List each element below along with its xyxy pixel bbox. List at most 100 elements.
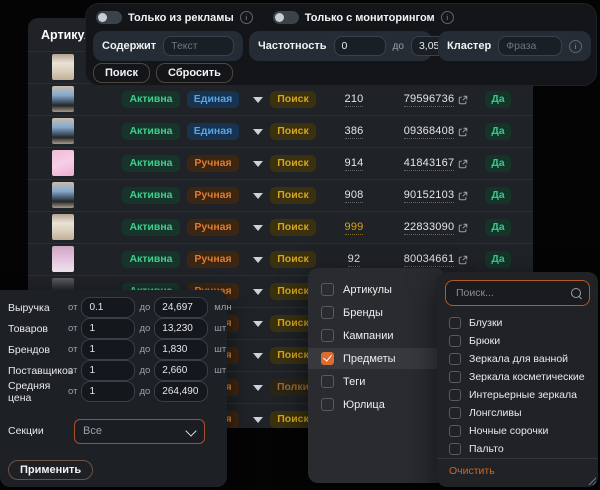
article-number-link[interactable]: 41843167 xyxy=(404,157,455,171)
product-photo[interactable] xyxy=(52,214,74,240)
external-link-icon[interactable] xyxy=(458,223,468,233)
article-number-link[interactable]: 90152103 xyxy=(404,189,455,203)
type-badge[interactable]: Ручная xyxy=(187,187,238,204)
chevron-down-icon[interactable] xyxy=(253,321,263,327)
checkbox[interactable] xyxy=(449,425,461,437)
category-item[interactable]: Бренды xyxy=(308,302,445,323)
search-action-badge[interactable]: Поиск xyxy=(270,123,316,140)
info-icon[interactable] xyxy=(569,40,582,53)
chevron-down-icon[interactable] xyxy=(253,417,263,423)
subject-item[interactable]: Пальто xyxy=(437,440,598,458)
status-badge[interactable]: Активна xyxy=(122,187,179,204)
category-item[interactable]: Теги xyxy=(308,371,445,392)
metric-from-input[interactable] xyxy=(81,297,135,318)
frequency-value[interactable]: 914 xyxy=(345,157,364,171)
type-badge[interactable]: Ручная xyxy=(187,155,238,172)
subject-item[interactable]: Блузки xyxy=(437,314,598,332)
checkbox[interactable] xyxy=(321,329,334,342)
info-icon[interactable] xyxy=(441,11,454,24)
metric-to-input[interactable] xyxy=(154,360,208,381)
external-link-icon[interactable] xyxy=(458,127,468,137)
external-link-icon[interactable] xyxy=(458,255,468,265)
checkbox[interactable] xyxy=(449,389,461,401)
chevron-down-icon[interactable] xyxy=(253,129,263,135)
chevron-down-icon[interactable] xyxy=(253,97,263,103)
external-link-icon[interactable] xyxy=(458,95,468,105)
frequency-value[interactable]: 999 xyxy=(345,221,364,235)
resize-grip[interactable] xyxy=(587,476,596,485)
product-photo[interactable] xyxy=(52,150,74,176)
checkbox[interactable] xyxy=(449,353,461,365)
product-photo[interactable] xyxy=(52,118,74,144)
type-badge[interactable]: Ручная xyxy=(187,219,238,236)
search-action-badge[interactable]: Поиск xyxy=(270,251,316,268)
status-badge[interactable]: Активна xyxy=(122,155,179,172)
subject-item[interactable]: Зеркала косметические xyxy=(437,368,598,386)
type-badge[interactable]: Единая xyxy=(187,91,239,108)
status-badge[interactable]: Активна xyxy=(122,251,179,268)
article-number-link[interactable]: 80034661 xyxy=(404,253,455,267)
info-icon[interactable] xyxy=(240,11,253,24)
search-action-badge[interactable]: Поиск xyxy=(270,91,316,108)
chevron-down-icon[interactable] xyxy=(253,353,263,359)
subject-item[interactable]: Лонгсливы xyxy=(437,404,598,422)
subject-item[interactable]: Ночные сорочки xyxy=(437,422,598,440)
status-badge[interactable]: Активна xyxy=(122,123,179,140)
search-action-badge[interactable]: Поиск xyxy=(270,155,316,172)
chevron-down-icon[interactable] xyxy=(253,385,263,391)
search-action-badge[interactable]: Поиск xyxy=(270,187,316,204)
external-link-icon[interactable] xyxy=(458,191,468,201)
metric-from-input[interactable] xyxy=(81,318,135,339)
checkbox[interactable] xyxy=(321,375,334,388)
only-ads-toggle[interactable] xyxy=(96,11,122,24)
product-photo[interactable] xyxy=(52,86,74,112)
clear-button[interactable]: Очистить xyxy=(449,465,495,477)
checkbox[interactable] xyxy=(449,443,461,455)
subject-item[interactable]: Зеркала для ванной xyxy=(437,350,598,368)
product-photo[interactable] xyxy=(52,54,74,80)
checkbox[interactable] xyxy=(449,371,461,383)
status-badge[interactable]: Активна xyxy=(122,219,179,236)
article-number-link[interactable]: 79596736 xyxy=(404,93,455,107)
subjects-search-input[interactable] xyxy=(454,286,571,300)
checkbox[interactable] xyxy=(321,283,334,296)
metric-to-input[interactable] xyxy=(154,339,208,360)
search-button[interactable]: Поиск xyxy=(93,63,150,83)
metric-to-input[interactable] xyxy=(154,381,208,402)
sections-select[interactable]: Все xyxy=(74,419,205,444)
checkbox[interactable] xyxy=(449,407,461,419)
chevron-down-icon[interactable] xyxy=(253,257,263,263)
checkbox[interactable] xyxy=(321,306,334,319)
cluster-input[interactable] xyxy=(498,36,562,56)
frequency-value[interactable]: 210 xyxy=(345,93,364,107)
product-photo[interactable] xyxy=(52,182,74,208)
metric-to-input[interactable] xyxy=(154,318,208,339)
frequency-value[interactable]: 92 xyxy=(348,253,361,267)
frequency-value[interactable]: 908 xyxy=(345,189,364,203)
external-link-icon[interactable] xyxy=(458,159,468,169)
checkbox[interactable] xyxy=(321,352,334,365)
product-photo[interactable] xyxy=(52,246,74,272)
type-badge[interactable]: Единая xyxy=(187,123,239,140)
chevron-down-icon[interactable] xyxy=(253,289,263,295)
category-item[interactable]: Предметы xyxy=(308,348,445,369)
search-action-badge[interactable]: Поиск xyxy=(270,219,316,236)
checkbox[interactable] xyxy=(321,398,334,411)
status-badge[interactable]: Активна xyxy=(122,91,179,108)
category-item[interactable]: Юрлица xyxy=(308,394,445,415)
frequency-value[interactable]: 386 xyxy=(345,125,364,139)
metric-from-input[interactable] xyxy=(81,381,135,402)
subject-item[interactable]: Интерьерные зеркала xyxy=(437,386,598,404)
checkbox[interactable] xyxy=(449,317,461,329)
article-number-link[interactable]: 22833090 xyxy=(404,221,455,235)
chevron-down-icon[interactable] xyxy=(253,193,263,199)
metric-from-input[interactable] xyxy=(81,339,135,360)
subject-item[interactable]: Брюки xyxy=(437,332,598,350)
metric-from-input[interactable] xyxy=(81,360,135,381)
category-item[interactable]: Кампании xyxy=(308,325,445,346)
checkbox[interactable] xyxy=(449,335,461,347)
chevron-down-icon[interactable] xyxy=(253,161,263,167)
contains-input[interactable] xyxy=(163,36,234,56)
only-monitoring-toggle[interactable] xyxy=(273,11,299,24)
frequency-from-input[interactable] xyxy=(334,36,386,56)
